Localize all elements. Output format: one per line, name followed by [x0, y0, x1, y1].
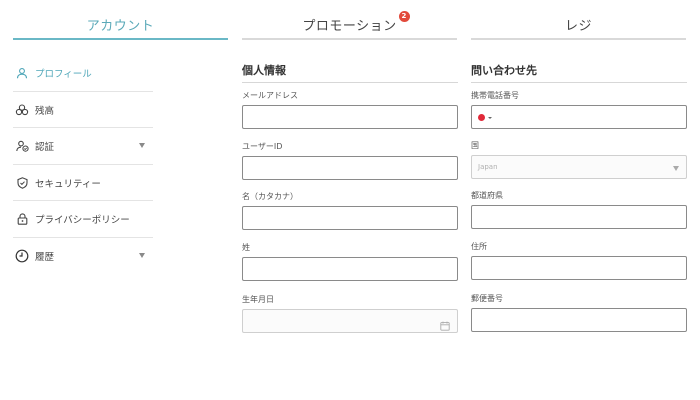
tab-bar: アカウント プロモーション 2 レジ [0, 0, 700, 42]
field-label: 都道府県 [471, 191, 503, 200]
prefecture-input[interactable] [472, 207, 686, 229]
postal-field[interactable] [471, 308, 687, 332]
address-input[interactable] [472, 258, 686, 280]
field-label: 生年月日 [242, 295, 274, 304]
postal-input[interactable] [472, 310, 686, 332]
userid-field[interactable] [242, 156, 458, 180]
birthdate-field[interactable] [242, 309, 458, 333]
sidebar-item-history[interactable]: 履歴 [13, 238, 153, 275]
contact-section: 問い合わせ先 携帯電話番号 国 Japan 都道府県 住所 郵便番号 [471, 62, 687, 342]
postal-field-group: 郵便番号 [471, 294, 687, 332]
field-label: 国 [471, 141, 479, 150]
sidebar: プロフィール 残高 認証 セキュリティー プライバシーポリシー 履歴 [13, 55, 153, 274]
email-field[interactable] [242, 105, 458, 129]
tab-label: アカウント [86, 19, 155, 34]
field-label: ユーザーID [242, 142, 283, 151]
tab-underline [242, 38, 457, 40]
prefecture-field-group: 都道府県 [471, 191, 687, 229]
field-label: メールアドレス [242, 91, 298, 100]
birthdate-field-group: 生年月日 [242, 295, 458, 333]
sidebar-item-balance[interactable]: 残高 [13, 92, 153, 128]
userid-input[interactable] [243, 158, 457, 180]
tab-promotion[interactable]: プロモーション 2 [242, 0, 457, 42]
field-label: 郵便番号 [471, 294, 503, 303]
user-check-icon [15, 139, 29, 153]
sidebar-item-privacy[interactable]: プライバシーポリシー [13, 201, 153, 238]
chevron-down-icon[interactable] [139, 143, 145, 149]
email-input[interactable] [243, 107, 457, 129]
country-value: Japan [478, 163, 498, 171]
last-name-input[interactable] [243, 259, 457, 281]
calendar-icon[interactable] [440, 316, 450, 335]
sidebar-item-label: プライバシーポリシー [35, 215, 130, 227]
tab-account[interactable]: アカウント [13, 0, 228, 42]
address-field[interactable] [471, 256, 687, 280]
tab-label: プロモーション 2 [302, 11, 410, 34]
field-label: 姓 [242, 243, 250, 252]
field-label: 住所 [471, 242, 487, 251]
userid-field-group: ユーザーID [242, 142, 458, 180]
sidebar-item-label: 残高 [35, 105, 55, 117]
last-name-field[interactable] [242, 257, 458, 281]
first-name-input[interactable] [243, 208, 457, 230]
section-title: 問い合わせ先 [471, 62, 687, 83]
field-label: 名（カタカナ） [242, 192, 298, 201]
first-name-field[interactable] [242, 206, 458, 230]
sidebar-item-label: 認証 [35, 142, 55, 154]
country-select[interactable]: Japan [471, 155, 687, 179]
tab-underline [471, 38, 686, 40]
sidebar-item-profile[interactable]: プロフィール [13, 55, 153, 92]
phone-field-group: 携帯電話番号 [471, 91, 687, 129]
user-icon [15, 66, 29, 80]
sidebar-item-label: セキュリティー [35, 178, 101, 190]
clock-icon [15, 249, 29, 263]
last-name-field-group: 姓 [242, 243, 458, 281]
country-field-group: 国 Japan [471, 141, 687, 179]
prefecture-field[interactable] [471, 205, 687, 229]
sidebar-item-verification[interactable]: 認証 [13, 128, 153, 165]
phone-field[interactable] [471, 105, 687, 129]
shield-icon [15, 176, 29, 190]
email-field-group: メールアドレス [242, 91, 458, 129]
notification-badge: 2 [398, 11, 410, 22]
first-name-field-group: 名（カタカナ） [242, 192, 458, 230]
coins-icon [15, 103, 29, 117]
sidebar-item-label: プロフィール [35, 69, 92, 81]
tab-underline [13, 38, 228, 40]
chevron-down-icon[interactable] [673, 166, 679, 171]
tab-label: レジ [564, 19, 592, 34]
chevron-down-icon[interactable] [488, 117, 492, 119]
personal-info-section: 個人情報 メールアドレス ユーザーID 名（カタカナ） 姓 生年月日 [242, 62, 458, 342]
field-label: 携帯電話番号 [471, 91, 519, 100]
sidebar-item-label: 履歴 [35, 251, 55, 263]
lock-icon [15, 212, 29, 226]
sidebar-item-security[interactable]: セキュリティー [13, 165, 153, 201]
section-title: 個人情報 [242, 62, 458, 83]
chevron-down-icon[interactable] [139, 252, 145, 258]
japan-flag-icon[interactable] [478, 114, 485, 121]
address-field-group: 住所 [471, 242, 687, 280]
tab-cashier[interactable]: レジ [471, 0, 686, 42]
